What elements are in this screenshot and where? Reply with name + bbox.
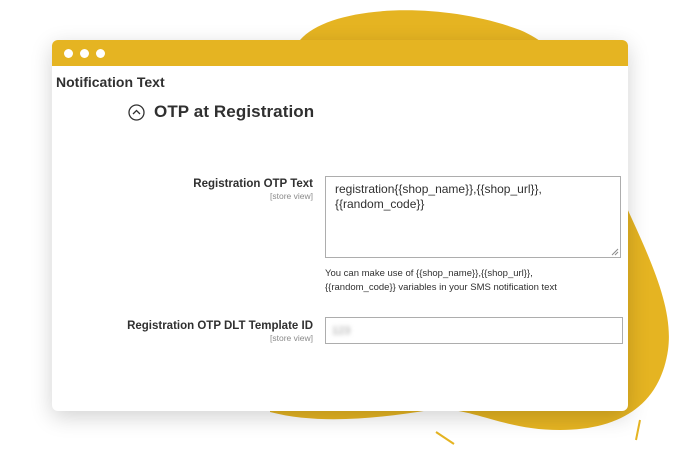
- section-title: Notification Text: [56, 74, 165, 90]
- note-line: You can make use of {{shop_name}},{{shop…: [325, 268, 533, 279]
- window-control-dot[interactable]: [64, 48, 73, 58]
- otp-text-textarea[interactable]: registration{{shop_name}},{{shop_url}}, …: [325, 176, 621, 258]
- otp-text-label-block: Registration OTP Text [store view]: [193, 178, 313, 201]
- dlt-template-label-block: Registration OTP DLT Template ID [store …: [127, 320, 313, 343]
- decorative-line: [635, 419, 641, 441]
- otp-registration-group-header[interactable]: OTP at Registration: [128, 102, 314, 122]
- input-value: 123: [332, 324, 351, 337]
- textarea-line: {{random_code}}: [335, 197, 425, 211]
- field-label: Registration OTP Text: [193, 178, 313, 190]
- scope-hint: [store view]: [270, 191, 313, 201]
- note-line: {{random_code}} variables in your SMS no…: [325, 282, 557, 293]
- group-title: OTP at Registration: [154, 102, 315, 121]
- window-titlebar: [52, 40, 628, 66]
- dlt-template-id-input[interactable]: 123: [325, 317, 623, 344]
- field-label: Registration OTP DLT Template ID: [127, 320, 313, 332]
- chevron-up-circle-icon[interactable]: [128, 103, 145, 121]
- screenshot-stage: Notification Text OTP at Registration Re…: [0, 0, 680, 450]
- window-control-dot[interactable]: [80, 48, 89, 58]
- field-note: You can make use of {{shop_name}},{{shop…: [325, 267, 625, 295]
- window-control-dot[interactable]: [96, 48, 105, 58]
- decorative-line: [435, 431, 455, 445]
- resize-handle-icon[interactable]: [611, 248, 619, 256]
- textarea-line: registration{{shop_name}},{{shop_url}},: [335, 182, 542, 196]
- browser-window: Notification Text OTP at Registration Re…: [52, 40, 628, 411]
- scope-hint: [store view]: [270, 333, 313, 343]
